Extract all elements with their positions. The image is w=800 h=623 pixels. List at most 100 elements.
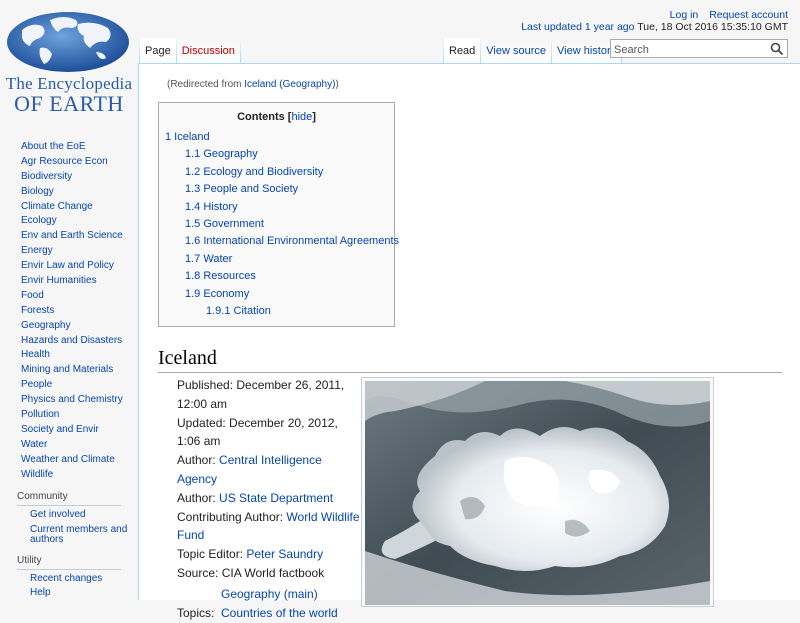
tab-view-source-label: View source xyxy=(486,45,547,57)
toc-item[interactable]: 1.1 Geography xyxy=(165,146,388,163)
sidebar-item-envir-humanities[interactable]: Envir Humanities xyxy=(21,275,97,286)
tab-read[interactable]: Read xyxy=(444,38,481,64)
published-row: Published: December 26, 2011, 12:00 am xyxy=(177,376,363,414)
sidebar-item-mining-materials[interactable]: Mining and Materials xyxy=(21,364,113,375)
author-row: Author: US State Department xyxy=(177,489,363,508)
tab-view-history-label: View history xyxy=(557,45,617,57)
sidebar-item-hazards-disasters[interactable]: Hazards and Disasters xyxy=(21,335,122,346)
sidebar-item-geography[interactable]: Geography xyxy=(21,320,70,331)
toc-title: Contents [hide] xyxy=(237,111,316,123)
personal-tools: Log in Request account Last updated 1 ye… xyxy=(521,9,788,33)
contributing-label: Contributing Author: xyxy=(177,509,287,524)
search-input[interactable] xyxy=(611,41,767,59)
sidebar-item-wildlife[interactable]: Wildlife xyxy=(21,469,53,480)
topic-editor-link[interactable]: Peter Saundry xyxy=(246,547,323,561)
toc-item[interactable]: 1.9 Economy xyxy=(165,286,388,303)
community-heading: Community xyxy=(17,491,121,507)
topic-link[interactable]: Geography (main) xyxy=(221,587,318,601)
table-of-contents: Contents [hide] 1 Iceland 1.1 Geography … xyxy=(158,102,399,327)
sidebar: About the EoE Agr Resource Econ Biodiver… xyxy=(0,140,138,599)
toc-item-label: 1.4 History xyxy=(185,200,238,213)
toc-item[interactable]: 1.3 People and Society xyxy=(165,181,388,198)
toc-item[interactable]: 1.7 Water xyxy=(165,251,388,268)
toc-item[interactable]: 1.9.1 Citation xyxy=(165,303,388,320)
site-logo[interactable]: The Encyclopedia OF EARTH xyxy=(0,0,138,118)
author-row: Author: Central Intelligence Agency xyxy=(177,451,363,489)
sidebar-item-energy[interactable]: Energy xyxy=(21,245,53,256)
community-list: Get involved Current members and authors xyxy=(0,510,138,546)
request-account-link[interactable]: Request account xyxy=(709,9,788,21)
namespace-tabs: Page Discussion xyxy=(139,38,241,64)
sidebar-item-get-involved[interactable]: Get involved xyxy=(30,509,86,521)
toc-item-label: 1.7 Water xyxy=(185,252,233,265)
toc-item-label: 1.9.1 Citation xyxy=(206,305,271,318)
search-icon[interactable] xyxy=(770,42,784,56)
sidebar-item-ecology[interactable]: Ecology xyxy=(21,215,57,226)
published-label: Published: xyxy=(177,378,237,392)
sidebar-item-help[interactable]: Help xyxy=(30,587,51,599)
sidebar-item-weather-climate[interactable]: Weather and Climate xyxy=(21,454,115,465)
logo-line2: OF EARTH xyxy=(14,91,124,116)
toc-hide-link[interactable]: hide xyxy=(291,111,312,123)
toc-item-label: 1.3 People and Society xyxy=(185,183,299,196)
topic-editor-row: Topic Editor: Peter Saundry xyxy=(177,545,363,564)
sidebar-item-env-earth-science[interactable]: Env and Earth Science xyxy=(21,230,123,241)
toc-item-label: 1.2 Ecology and Biodiversity xyxy=(185,165,324,178)
toc-item-label: 1.8 Resources xyxy=(185,270,256,283)
contributing-author-row: Contributing Author: World Wildlife Fund xyxy=(177,508,363,546)
sidebar-item-about[interactable]: About the EoE xyxy=(21,141,86,152)
last-updated-link[interactable]: Last updated 1 year ago xyxy=(521,21,634,33)
topics-label: Topics: xyxy=(177,605,215,620)
view-tabs: Read View source View history xyxy=(443,38,623,64)
toc-item[interactable]: 1.2 Ecology and Biodiversity xyxy=(165,164,388,181)
sidebar-item-biology[interactable]: Biology xyxy=(21,186,54,197)
toc-item[interactable]: 1.4 History xyxy=(165,199,388,216)
sidebar-item-climate-change[interactable]: Climate Change xyxy=(21,201,93,212)
source-row: Source: CIA World factbook xyxy=(177,564,363,583)
toc-item[interactable]: 1 Iceland xyxy=(165,129,388,146)
sidebar-item-water[interactable]: Water xyxy=(21,439,47,450)
toc-item-label: 1.6 International Environmental Agreemen… xyxy=(185,235,400,248)
search-box xyxy=(610,39,788,59)
sidebar-nav: About the EoE Agr Resource Econ Biodiver… xyxy=(0,140,138,482)
topic-link[interactable]: Countries of the world xyxy=(221,606,338,620)
toc-item-label: 1.5 Government xyxy=(185,218,264,231)
redirect-prefix: (Redirected from xyxy=(167,79,245,90)
toc-item[interactable]: 1.5 Government xyxy=(165,216,388,233)
toc-item-label: 1 Iceland xyxy=(165,131,210,143)
author-link[interactable]: US State Department xyxy=(219,491,333,505)
sidebar-item-current-members[interactable]: Current members and authors xyxy=(30,524,127,546)
tab-view-source[interactable]: View source xyxy=(481,38,552,64)
sidebar-item-biodiversity[interactable]: Biodiversity xyxy=(21,171,72,182)
last-updated-date: Tue, 18 Oct 2016 15:35:10 GMT xyxy=(634,21,788,33)
tab-discussion[interactable]: Discussion xyxy=(176,38,240,64)
satellite-image-thumb[interactable] xyxy=(361,377,714,607)
topic-editor-label: Topic Editor: xyxy=(177,547,247,562)
author-label: Author: xyxy=(177,453,220,468)
sidebar-item-society-envir[interactable]: Society and Envir xyxy=(21,424,99,435)
redirect-link[interactable]: Iceland (Geography) xyxy=(244,79,335,90)
source-label: Source: xyxy=(177,565,222,580)
toc-item[interactable]: 1.8 Resources xyxy=(165,268,388,285)
utility-heading: Utility xyxy=(17,555,121,570)
updated-row: Updated: December 20, 2012, 1:06 am xyxy=(177,414,363,452)
toc-item-label: 1.1 Geography xyxy=(185,148,258,161)
sidebar-item-recent-changes[interactable]: Recent changes xyxy=(30,573,102,584)
article-metadata: Published: December 26, 2011, 12:00 am U… xyxy=(177,376,363,623)
tab-page[interactable]: Page xyxy=(140,38,176,64)
topics-row: Topics: Geography (main) Countries of th… xyxy=(177,585,363,623)
sidebar-item-agr-resource-econ[interactable]: Agr Resource Econ xyxy=(21,156,108,167)
author-label: Author: xyxy=(177,490,220,505)
login-link[interactable]: Log in xyxy=(670,9,699,21)
sidebar-item-people[interactable]: People xyxy=(21,379,52,390)
sidebar-item-forests[interactable]: Forests xyxy=(21,305,54,316)
tab-discussion-label: Discussion xyxy=(181,45,235,57)
sidebar-item-envir-law-policy[interactable]: Envir Law and Policy xyxy=(21,260,114,271)
sidebar-item-pollution[interactable]: Pollution xyxy=(21,409,59,420)
sidebar-item-food[interactable]: Food xyxy=(21,290,44,301)
sidebar-item-health[interactable]: Health xyxy=(21,349,50,360)
toc-item[interactable]: 1.6 International Environmental Agreemen… xyxy=(165,233,399,250)
globe-icon xyxy=(7,12,129,72)
sidebar-item-physics-chemistry[interactable]: Physics and Chemistry xyxy=(21,394,123,405)
tab-page-label: Page xyxy=(145,45,171,57)
